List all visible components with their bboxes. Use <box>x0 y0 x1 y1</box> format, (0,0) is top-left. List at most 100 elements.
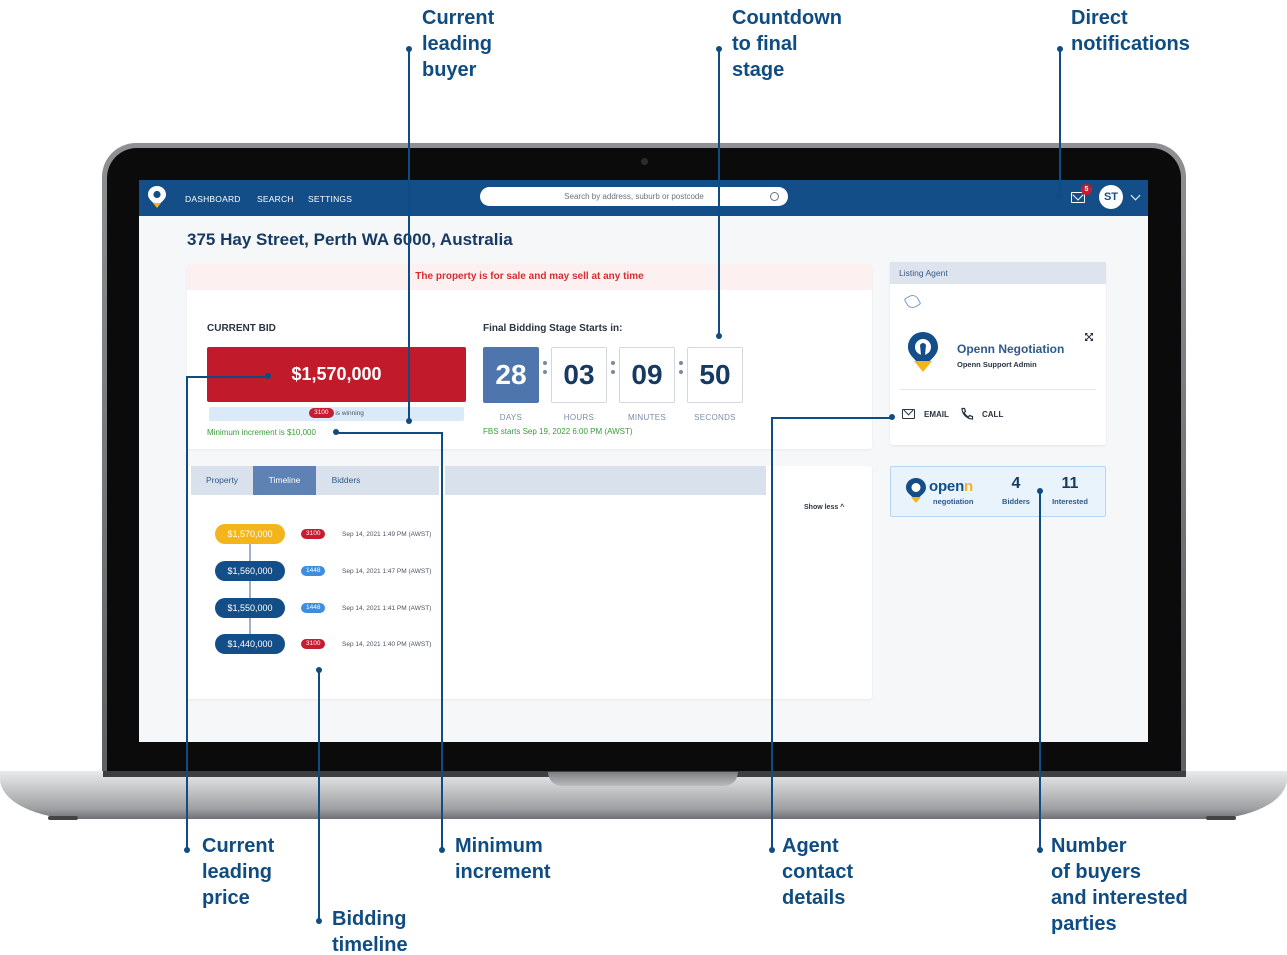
callout-dot <box>1056 193 1062 199</box>
brand-wordmark-main: open <box>929 478 965 495</box>
callout-line: of buyers <box>1051 861 1142 883</box>
agency-brush-icon <box>903 292 922 311</box>
notification-badge: 5 <box>1081 184 1092 195</box>
current-bid-label: CURRENT BID <box>207 323 276 334</box>
callout-line: Countdown <box>732 7 842 29</box>
show-less-toggle[interactable]: Show less ^ <box>804 504 844 511</box>
callout-dot <box>316 918 322 924</box>
callout-line: Minimum <box>455 835 543 857</box>
tab-bidders[interactable]: Bidders <box>316 466 376 495</box>
callout-line: Agent <box>782 835 839 857</box>
callout-agent-contact: Agent contact details <box>782 833 853 911</box>
brand-subtitle: negotiation <box>933 497 974 506</box>
callout-line: Current <box>202 835 275 857</box>
tab-timeline[interactable]: Timeline <box>253 466 316 495</box>
timeline-amount: $1,550,000 <box>215 598 285 618</box>
callout-leader-line <box>336 432 442 434</box>
callout-leader-line <box>408 49 410 421</box>
timeline-amount: $1,440,000 <box>215 634 285 654</box>
callout-dot <box>406 418 412 424</box>
phone-icon[interactable] <box>960 407 974 421</box>
email-agent-button[interactable]: EMAIL <box>924 410 949 419</box>
webcam <box>641 158 648 165</box>
callout-leading-buyer: Current leading buyer <box>422 5 494 83</box>
expand-icon[interactable] <box>1085 333 1093 341</box>
bid-card: The property is for sale and may sell at… <box>187 264 872 449</box>
countdown-days-label: DAYS <box>499 413 523 422</box>
callout-notifications: Direct notifications <box>1071 5 1190 57</box>
countdown-separator <box>611 361 615 376</box>
nav-search[interactable]: SEARCH <box>257 194 294 204</box>
callout-line: Number <box>1051 835 1127 857</box>
countdown-label: Final Bidding Stage Starts in: <box>483 323 623 334</box>
callout-leader-line <box>771 417 773 850</box>
interested-count: 11 <box>1061 475 1079 492</box>
callout-leader-line <box>1059 49 1061 195</box>
callout-line: contact <box>782 861 854 883</box>
callout-line: Direct <box>1071 7 1128 29</box>
timeline-time: Sep 14, 2021 1:41 PM (AWST) <box>342 605 432 612</box>
callout-dot <box>769 847 775 853</box>
callout-leader-line <box>718 49 720 336</box>
buyer-stats-card: openn negotiation 4 Bidders 11 Intereste… <box>890 466 1106 517</box>
brand-wordmark: openn <box>929 478 973 495</box>
timeline-bidder-badge: 3100 <box>301 639 326 649</box>
email-icon[interactable] <box>902 409 915 419</box>
callout-leader-line <box>441 432 443 850</box>
countdown-separator <box>679 361 683 376</box>
countdown-separator <box>543 361 547 376</box>
callout-line: Current <box>422 7 495 29</box>
callout-buyers-interested: Number of buyers and interested parties <box>1051 833 1188 937</box>
callout-line: details <box>782 887 846 909</box>
callout-line: price <box>202 887 250 909</box>
callout-dot <box>716 333 722 339</box>
chevron-down-icon[interactable] <box>1130 190 1141 201</box>
bidders-label: Bidders <box>1002 497 1030 506</box>
callout-line: parties <box>1051 913 1117 935</box>
timeline-card: Property Timeline Bidders Show less ^ $1… <box>187 466 872 699</box>
callout-line: to final <box>732 33 798 55</box>
callout-leading-price: Current leading price <box>202 833 274 911</box>
callout-dot <box>439 847 445 853</box>
nav-settings[interactable]: SETTINGS <box>308 194 352 204</box>
callout-line: notifications <box>1071 33 1190 55</box>
laptop-notch <box>548 772 738 786</box>
top-nav: DASHBOARD SEARCH SETTINGS Search by addr… <box>139 180 1148 216</box>
timeline-connector <box>249 534 251 644</box>
callout-min-increment: Minimum increment <box>455 833 551 885</box>
callout-dot <box>184 847 190 853</box>
minimum-increment-text: Minimum increment is $10,000 <box>207 428 316 437</box>
callout-line: increment <box>455 861 551 883</box>
countdown-seconds: 50 <box>687 347 743 403</box>
callout-leader-line <box>318 670 320 922</box>
callout-line: leading <box>422 33 493 55</box>
agent-avatar <box>908 332 938 372</box>
callout-countdown: Countdown to final stage <box>732 5 842 83</box>
user-avatar[interactable]: ST <box>1099 185 1123 209</box>
callout-leader-line <box>186 376 188 850</box>
callout-leader-line <box>186 376 268 378</box>
search-icon[interactable] <box>770 192 779 201</box>
winning-text: is winning <box>335 410 364 417</box>
callout-leader-line <box>771 417 891 419</box>
callout-bidding-timeline: Bidding timeline <box>332 906 408 955</box>
timeline-bidder-badge: 1448 <box>301 566 326 576</box>
timeline-amount: $1,560,000 <box>215 561 285 581</box>
agent-name: Openn Negotiation <box>957 342 1065 356</box>
call-agent-button[interactable]: CALL <box>982 410 1003 419</box>
countdown-days: 28 <box>483 347 539 403</box>
tab-property[interactable]: Property <box>191 466 253 495</box>
timeline-bidder-badge: 1448 <box>301 603 326 613</box>
divider <box>900 389 1096 390</box>
timeline-amount: $1,570,000 <box>215 524 285 544</box>
callout-leader-line <box>1039 491 1041 850</box>
app-screen: DASHBOARD SEARCH SETTINGS Search by addr… <box>139 180 1148 742</box>
nav-dashboard[interactable]: DASHBOARD <box>185 194 241 204</box>
listing-agent-card: Listing Agent Openn Negotiation Openn Su… <box>890 262 1106 445</box>
openn-logo-icon[interactable] <box>147 185 167 209</box>
agent-role: Openn Support Admin <box>957 360 1037 369</box>
agent-card-header: Listing Agent <box>890 262 1106 284</box>
search-input[interactable]: Search by address, suburb or postcode <box>480 187 788 206</box>
fbs-start-date: FBS starts Sep 19, 2022 6:00 PM (AWST) <box>483 427 633 436</box>
callout-line: and interested <box>1051 887 1188 909</box>
